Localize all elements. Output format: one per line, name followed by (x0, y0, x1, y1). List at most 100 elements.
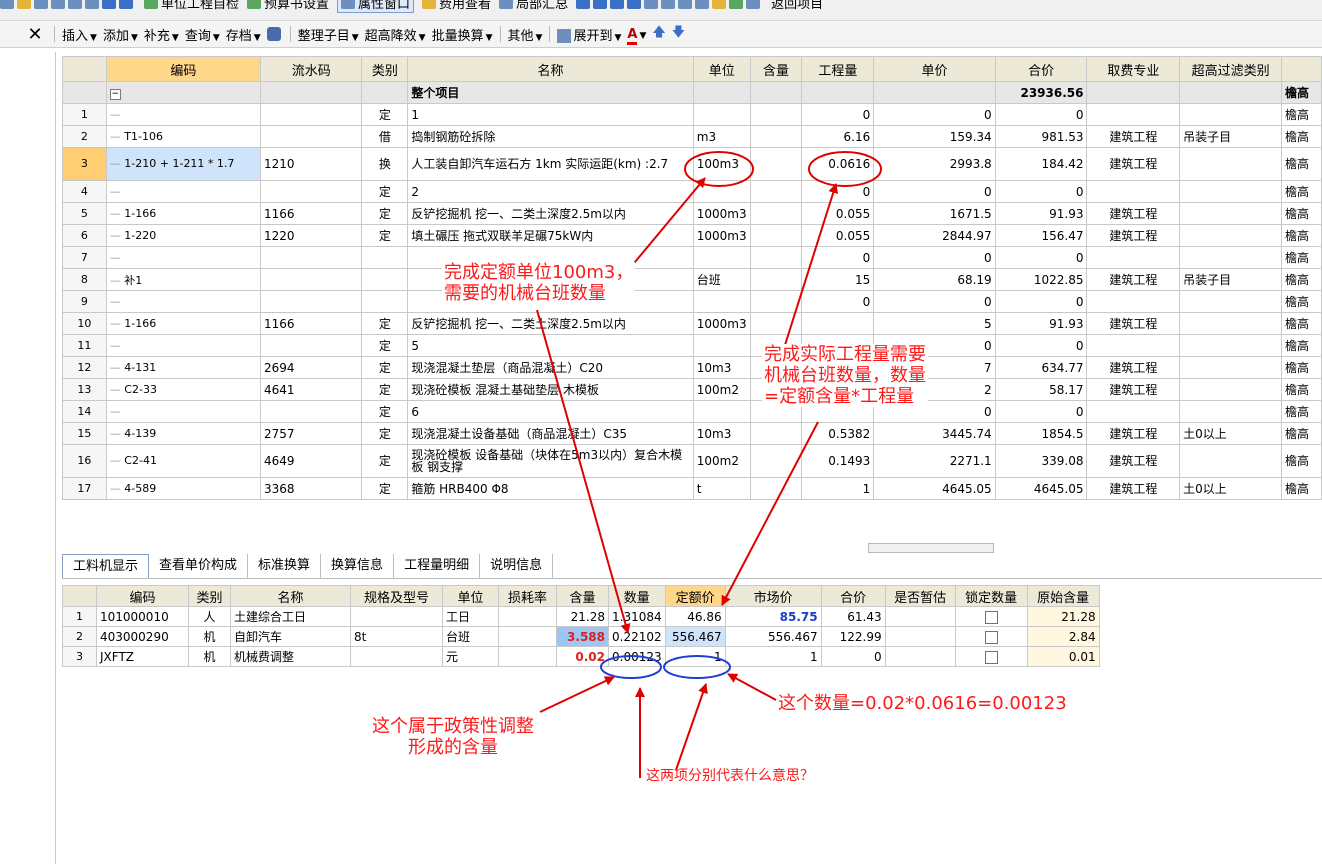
cell-total[interactable]: 91.93 (994, 202, 1088, 225)
cell-quantity[interactable]: 0.5382 (801, 422, 875, 445)
cell-last[interactable]: 檐高 (1281, 246, 1322, 269)
cell-total[interactable]: 58.17 (994, 378, 1088, 401)
cell-fee[interactable]: 建筑工程 (1086, 312, 1181, 335)
cell-unit[interactable]: 元 (442, 646, 499, 667)
cell-code[interactable]: — (105, 246, 261, 269)
cell-filter[interactable]: 吊装子目 (1179, 125, 1283, 148)
cell-type[interactable]: 定 (361, 378, 409, 401)
cell-code[interactable]: — 1-220 (105, 224, 261, 247)
table-row[interactable]: 1— 定 1 0 0 0 檐高 (62, 103, 1322, 126)
cell-filter[interactable] (1179, 147, 1283, 181)
cell-fee[interactable] (1086, 103, 1181, 126)
cell-filter[interactable] (1179, 400, 1283, 423)
col-header-unit[interactable]: 单位 (442, 585, 499, 607)
cell-unit[interactable]: m3 (692, 125, 751, 148)
fee-view-button[interactable]: 费用查看 (422, 0, 491, 12)
table-row[interactable]: 3— 1-210 + 1-211 * 1.7 1210 换人工装自卸汽车运石方 1k… (62, 147, 1322, 181)
table-row[interactable]: 9— 0 0 0 檐高 (62, 290, 1322, 313)
cell-quantity[interactable]: 0.055 (801, 202, 875, 225)
cell-fee[interactable]: 建筑工程 (1086, 378, 1181, 401)
cell-flow[interactable] (259, 246, 363, 269)
cell-loss[interactable] (498, 626, 557, 647)
cell-quantity[interactable]: 0 (801, 246, 875, 269)
cell-content[interactable] (749, 444, 803, 478)
cell-price[interactable]: 2993.8 (873, 147, 996, 181)
cell-quantity[interactable]: 0 (801, 180, 875, 203)
other-menu[interactable]: 其他 ▼ (505, 25, 546, 44)
cell-total[interactable]: 0 (820, 646, 886, 667)
cell-amount[interactable]: 0.00123 (608, 646, 666, 667)
batch-convert-menu[interactable]: 批量换算 ▼ (429, 25, 496, 44)
cell-type[interactable]: 定 (361, 422, 409, 445)
cell-total[interactable]: 184.42 (994, 147, 1088, 181)
col-header-extra[interactable] (1281, 56, 1322, 82)
cell-filter[interactable] (1179, 444, 1283, 478)
cell-amount[interactable]: 1.31084 (608, 606, 666, 627)
cell-last[interactable]: 檐高 (1281, 103, 1322, 126)
cell-spec[interactable] (350, 606, 443, 627)
cell-filter[interactable] (1179, 334, 1283, 357)
insert-menu[interactable]: 插入 ▼ (59, 25, 100, 44)
col-header-fee[interactable]: 取费专业 (1086, 56, 1181, 82)
cell-fee[interactable]: 建筑工程 (1086, 147, 1181, 181)
cell-last[interactable]: 檐高 (1281, 224, 1322, 247)
cell-unit[interactable] (692, 334, 751, 357)
toolbar-icons-left[interactable] (0, 0, 136, 9)
table-row[interactable]: 2— T1-106 借捣制钢筋砼拆除 m3 6.16 159.34 981.53 建筑工程吊… (62, 125, 1322, 148)
partial-summary-button[interactable]: 局部汇总 (499, 0, 568, 12)
cell-unit[interactable]: 1000m3 (692, 202, 751, 225)
cell-lock[interactable] (954, 646, 1028, 667)
cell-content[interactable] (749, 180, 803, 203)
move-up-button[interactable]: 🡅 (649, 23, 668, 45)
self-check-button[interactable]: 单位工程自检 (144, 0, 239, 12)
table-row[interactable]: 11— 定 5 0 0 檐高 (62, 334, 1322, 357)
collapse-icon[interactable]: − (105, 81, 261, 104)
cell-type[interactable]: 机 (188, 626, 231, 647)
cell-name[interactable]: 现浇混凝土垫层（商品混凝土）C20 (407, 356, 694, 379)
col-header-flow[interactable]: 流水码 (259, 56, 363, 82)
col-header-market-price[interactable]: 市场价 (724, 585, 822, 607)
table-row[interactable]: 13— C2-33 4641 定现浇砼模板 混凝土基础垫层 木模板 100m2 2 58.… (62, 378, 1322, 401)
cell-filter[interactable] (1179, 356, 1283, 379)
cell-name[interactable]: 捣制钢筋砼拆除 (407, 125, 694, 148)
table-row[interactable]: 10— 1-166 1166 定反铲挖掘机 挖一、二类土深度2.5m以内 1000m3… (62, 312, 1322, 335)
move-down-button[interactable]: 🡇 (669, 23, 688, 45)
cell-fee[interactable] (1086, 400, 1181, 423)
cell-quantity[interactable]: 0.1493 (801, 444, 875, 478)
lock-checkbox[interactable] (984, 630, 998, 644)
cell-lock[interactable] (954, 606, 1028, 627)
cell-type[interactable]: 定 (361, 224, 409, 247)
cell-quantity[interactable]: 15 (801, 268, 875, 291)
cell-code[interactable]: — 1-166 (105, 202, 261, 225)
cell-price[interactable]: 159.34 (873, 125, 996, 148)
col-header-spec[interactable]: 规格及型号 (350, 585, 443, 607)
col-header-filter[interactable]: 超高过滤类别 (1179, 56, 1283, 82)
cell-type[interactable]: 换 (361, 147, 409, 181)
cell-filter[interactable] (1179, 224, 1283, 247)
cell-total[interactable]: 61.43 (820, 606, 886, 627)
col-header-content[interactable]: 含量 (749, 56, 803, 82)
cell-flow[interactable]: 1210 (259, 147, 363, 181)
cell-code[interactable]: — 1-210 + 1-211 * 1.7 (105, 147, 261, 181)
table-row[interactable]: 1 101000010 人土建综合工日 工日 21.28 1.31084 46.86 85.7… (62, 606, 1100, 627)
cell-quantity[interactable]: 6.16 (801, 125, 875, 148)
cell-type[interactable]: 定 (361, 444, 409, 478)
cell-filter[interactable] (1179, 312, 1283, 335)
cell-name[interactable]: 填土碾压 拖式双联羊足碾75kW内 (407, 224, 694, 247)
cell-price[interactable]: 68.19 (873, 268, 996, 291)
find-button[interactable] (264, 27, 286, 42)
cell-unit[interactable]: 10m3 (692, 422, 751, 445)
cell-market-price[interactable]: 85.75 (724, 606, 822, 627)
cell-spec[interactable] (350, 646, 443, 667)
cell-flow[interactable]: 4649 (259, 444, 363, 478)
cell-price[interactable]: 0 (873, 290, 996, 313)
cell-flow[interactable] (259, 103, 363, 126)
col-header-quota-price[interactable]: 定额价 (664, 585, 726, 607)
cell-type[interactable]: 定 (361, 400, 409, 423)
col-header-amount[interactable]: 数量 (608, 585, 666, 607)
cell-fee[interactable]: 建筑工程 (1086, 202, 1181, 225)
cell-filter[interactable] (1179, 202, 1283, 225)
cell-fee[interactable] (1086, 290, 1181, 313)
cell-content[interactable] (749, 202, 803, 225)
cell-fee[interactable] (1086, 246, 1181, 269)
